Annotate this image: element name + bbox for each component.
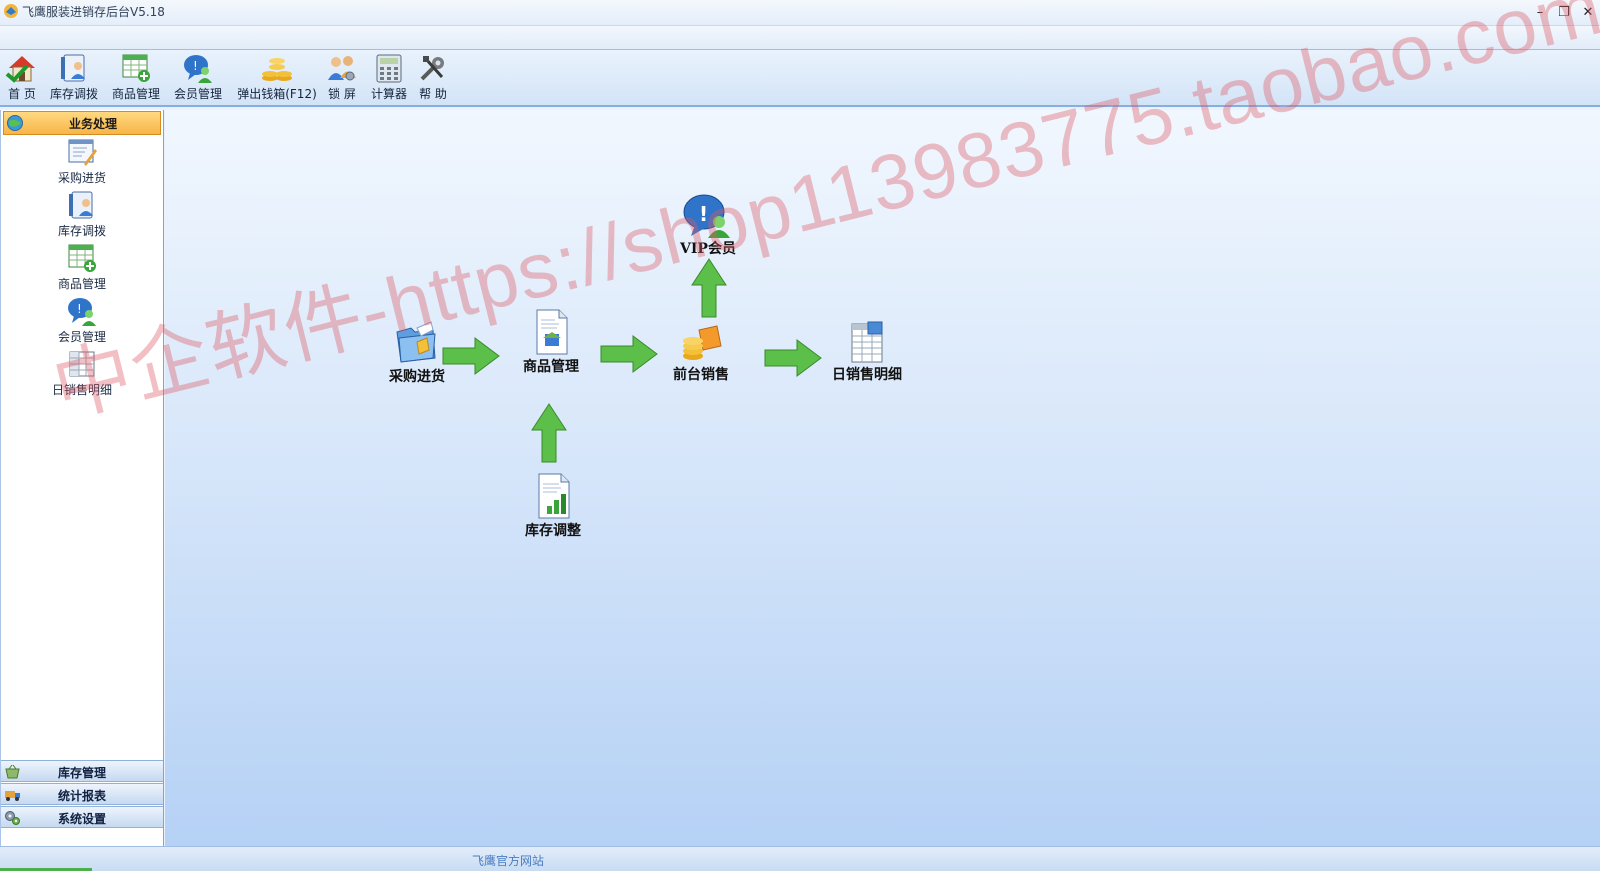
tab-statistics-reports-label: 统计报表 bbox=[57, 789, 106, 803]
toolbar-lock-screen-label: 锁 屏 bbox=[328, 87, 356, 101]
help-tools-icon bbox=[420, 56, 444, 81]
toolbar-inventory-transfer-label: 库存调拨 bbox=[49, 87, 98, 101]
flow-node-vip-member[interactable]: ! VIP会员 bbox=[665, 192, 751, 258]
sidebar-item-member[interactable]: ! 会员管理 bbox=[1, 295, 163, 345]
arrow-right-icon bbox=[442, 337, 500, 375]
sidebar-item-purchase[interactable]: 采购进货 bbox=[1, 136, 163, 186]
toolbar-lock-screen-button[interactable]: 锁 屏 bbox=[324, 52, 360, 104]
tab-inventory-management[interactable]: 库存管理 bbox=[1, 760, 163, 782]
title-bar: 飞鹰服装进销存后台V5.18 – ❐ ✕ bbox=[0, 0, 1600, 26]
flow-node-vip-member-label: VIP会员 bbox=[680, 241, 736, 257]
sidebar-item-label: 采购进货 bbox=[57, 171, 106, 185]
member-chat-icon: ! bbox=[184, 55, 212, 83]
flow-node-product-label: 商品管理 bbox=[523, 359, 579, 375]
official-website-link[interactable]: 飞鹰官方网站 bbox=[472, 852, 544, 869]
inventory-transfer-icon bbox=[69, 191, 93, 219]
flow-node-stock-adjust-label: 库存调整 bbox=[525, 523, 581, 539]
flow-node-front-sales[interactable]: 前台销售 bbox=[663, 324, 739, 384]
product-grid-icon bbox=[122, 54, 150, 82]
flow-node-daily-sales[interactable]: 日销售明细 bbox=[819, 320, 915, 384]
product-grid-icon bbox=[68, 244, 96, 272]
toolbar-home-label: 首 页 bbox=[8, 87, 36, 101]
globe-icon bbox=[7, 115, 23, 131]
purchase-folder-icon bbox=[396, 321, 436, 363]
menu-bar bbox=[0, 26, 1600, 50]
left-nav-panel: 业务处理 采购进货 库存调拨 商品管理 ! 会员管理 日销售明细 库存管理 统计… bbox=[0, 110, 164, 846]
vip-member-icon: ! bbox=[683, 194, 730, 238]
flow-node-daily-sales-label: 日销售明细 bbox=[832, 367, 902, 383]
flow-node-front-sales-label: 前台销售 bbox=[673, 367, 729, 383]
arrow-up-icon bbox=[691, 258, 727, 318]
flow-node-stock-adjust[interactable]: 库存调整 bbox=[515, 472, 591, 540]
home-icon bbox=[5, 56, 35, 83]
toolbar-cash-drawer-label: 弹出钱箱(F12) bbox=[237, 87, 317, 101]
arrow-right-icon bbox=[600, 335, 658, 373]
window-title: 飞鹰服装进销存后台V5.18 bbox=[22, 5, 165, 19]
flow-node-product[interactable]: 商品管理 bbox=[515, 308, 587, 376]
sidebar-item-label: 会员管理 bbox=[57, 330, 106, 344]
app-logo-icon bbox=[4, 4, 18, 18]
toolbar-inventory-transfer-button[interactable]: 库存调拨 bbox=[46, 52, 102, 104]
toolbar-calculator-label: 计算器 bbox=[370, 87, 407, 101]
sidebar-item-label: 库存调拨 bbox=[57, 224, 106, 238]
svg-text:!: ! bbox=[77, 302, 82, 316]
toolbar-calculator-button[interactable]: 计算器 bbox=[368, 52, 410, 104]
restore-button[interactable]: ❐ bbox=[1554, 3, 1574, 23]
svg-text:!: ! bbox=[193, 59, 198, 73]
tab-statistics-reports[interactable]: 统计报表 bbox=[1, 783, 163, 805]
sales-coins-icon bbox=[683, 325, 722, 360]
daily-sales-report-icon bbox=[851, 321, 883, 363]
daily-sales-table-icon bbox=[69, 351, 95, 377]
purchase-edit-icon bbox=[68, 139, 97, 166]
svg-text:!: ! bbox=[699, 202, 708, 226]
sidebar-item-daily-sales[interactable]: 日销售明细 bbox=[1, 348, 163, 398]
business-section-title: 业务处理 bbox=[68, 117, 117, 131]
tab-system-settings-label: 系统设置 bbox=[57, 812, 106, 826]
status-bar: 飞鹰官方网站 bbox=[0, 846, 1600, 871]
close-button[interactable]: ✕ bbox=[1578, 3, 1598, 23]
tab-inventory-management-label: 库存管理 bbox=[57, 766, 106, 780]
cash-drawer-coins-icon bbox=[262, 58, 292, 81]
tab-system-settings[interactable]: 系统设置 bbox=[1, 806, 163, 828]
sidebar-item-label: 商品管理 bbox=[57, 277, 106, 291]
workflow-area: 采购进货 商品管理 前台销售 ! VIP会员 日销售明细 库存调整 bbox=[165, 110, 1600, 846]
sidebar-item-inventory-transfer[interactable]: 库存调拨 bbox=[1, 189, 163, 239]
toolbar-member-button[interactable]: ! 会员管理 bbox=[170, 52, 226, 104]
product-document-icon bbox=[536, 309, 568, 355]
stock-adjust-chart-icon bbox=[538, 473, 570, 519]
main-toolbar: 首 页 库存调拨 商品管理 ! 会员管理 弹出钱箱(F12) 锁 屏 计算器 帮… bbox=[0, 50, 1600, 107]
toolbar-cash-drawer-button[interactable]: 弹出钱箱(F12) bbox=[232, 52, 322, 104]
sidebar-item-product[interactable]: 商品管理 bbox=[1, 242, 163, 292]
arrow-up-icon bbox=[531, 403, 567, 463]
minimize-button[interactable]: – bbox=[1530, 3, 1550, 23]
toolbar-member-label: 会员管理 bbox=[173, 87, 222, 101]
toolbar-product-label: 商品管理 bbox=[111, 87, 160, 101]
lock-screen-users-icon bbox=[328, 56, 356, 81]
calculator-icon bbox=[376, 54, 402, 83]
inventory-transfer-icon bbox=[61, 54, 85, 82]
toolbar-product-button[interactable]: 商品管理 bbox=[108, 52, 164, 104]
toolbar-home-button[interactable]: 首 页 bbox=[2, 52, 42, 104]
business-section-header[interactable]: 业务处理 bbox=[3, 111, 161, 135]
member-chat-icon: ! bbox=[68, 298, 96, 326]
sidebar-item-label: 日销售明细 bbox=[51, 383, 112, 397]
toolbar-help-button[interactable]: 帮 助 bbox=[416, 52, 450, 104]
toolbar-help-label: 帮 助 bbox=[419, 87, 447, 101]
arrow-right-icon bbox=[764, 339, 822, 377]
